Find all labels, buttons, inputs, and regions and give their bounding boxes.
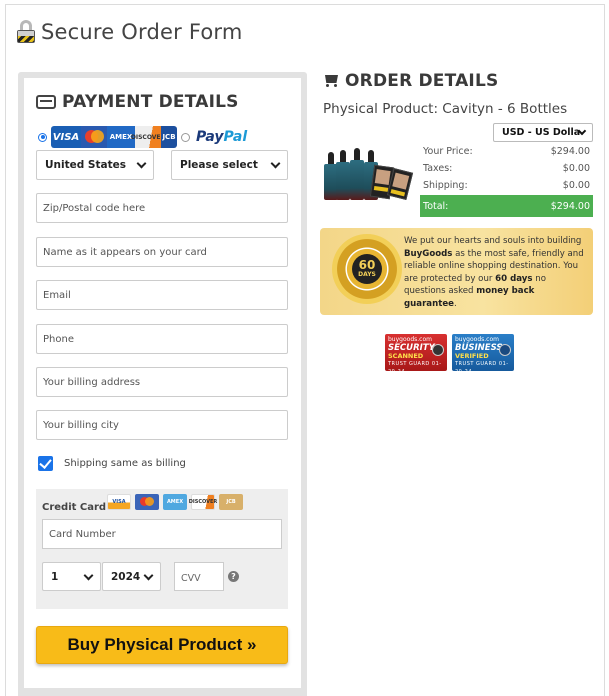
- total-value: $294.00: [550, 200, 590, 212]
- taxes-label: Taxes:: [423, 163, 453, 174]
- shipping-label: Shipping:: [423, 180, 468, 191]
- state-select[interactable]: Please select: [171, 150, 288, 180]
- paypal-logo[interactable]: Pay Pal: [196, 129, 247, 145]
- product-name: Physical Product: Cavityn - 6 Bottles: [323, 101, 568, 117]
- billing-city-input[interactable]: Your billing city: [36, 410, 288, 440]
- state-select-value: Please select: [180, 159, 258, 171]
- expiry-year-value: 2024: [111, 570, 141, 583]
- mastercard-icon: [81, 126, 107, 148]
- visa-icon: VISA: [107, 494, 131, 510]
- total-row: Total: $294.00: [420, 195, 593, 217]
- phone-input[interactable]: Phone: [36, 324, 288, 354]
- shopping-cart-icon: [323, 74, 340, 88]
- seal-days-label: DAYS: [358, 271, 376, 278]
- money-back-guarantee-box: 60 DAYS We put our hearts and souls into…: [320, 228, 593, 315]
- page-header: Secure Order Form: [17, 20, 243, 44]
- shipping-value: $0.00: [562, 180, 590, 191]
- payment-details-heading: PAYMENT DETAILS: [36, 92, 239, 112]
- guarantee-seal-icon: 60 DAYS: [332, 234, 402, 304]
- order-details-title: ORDER DETAILS: [345, 71, 499, 91]
- bottle-image: [350, 148, 364, 200]
- card-brand-icons: VISA AMEX DISCOVER JCB: [107, 494, 247, 510]
- mastercard-icon: [135, 494, 159, 510]
- jcb-icon: JCB: [161, 126, 177, 148]
- cvv-input[interactable]: CVV: [174, 562, 224, 591]
- security-scanned-badge[interactable]: buygoods.com SECURITY SCANNED TRUST GUAR…: [385, 334, 447, 375]
- jcb-icon: JCB: [219, 494, 243, 510]
- total-label: Total:: [423, 200, 449, 212]
- payment-panel: PAYMENT DETAILS VISA AMEX DISCOVER JCB P…: [18, 72, 307, 696]
- seal-days: 60: [358, 258, 376, 272]
- guarantee-text: We put our hearts and souls into buildin…: [404, 236, 584, 309]
- expiry-year-select[interactable]: 2024: [102, 562, 161, 591]
- country-select[interactable]: United States: [36, 150, 154, 180]
- shipping-row: Shipping: $0.00: [420, 177, 593, 194]
- credit-card-section: Credit Card VISA AMEX DISCOVER JCB Card …: [36, 489, 288, 609]
- expiry-month-value: 1: [51, 570, 59, 583]
- bottle-image: [336, 150, 350, 200]
- discover-icon: DISCOVER: [189, 494, 217, 510]
- shipping-same-row: Shipping same as billing: [38, 456, 186, 471]
- buy-button[interactable]: Buy Physical Product »: [36, 626, 288, 664]
- help-icon[interactable]: ?: [228, 571, 239, 582]
- price-summary: Your Price: $294.00 Taxes: $0.00 Shippin…: [420, 143, 593, 217]
- zip-input[interactable]: Zip/Postal code here: [36, 193, 288, 223]
- expiry-month-select[interactable]: 1: [42, 562, 101, 591]
- card-brands-logo[interactable]: VISA AMEX DISCOVER JCB: [51, 126, 177, 148]
- card-number-input[interactable]: Card Number: [42, 519, 282, 549]
- business-verified-badge[interactable]: buygoods.com BUSINESS VERIFIED TRUST GUA…: [452, 334, 514, 375]
- payment-method-selector: VISA AMEX DISCOVER JCB Pay Pal: [38, 126, 247, 148]
- price-value: $294.00: [550, 146, 590, 157]
- order-details-heading: ORDER DETAILS: [323, 71, 498, 91]
- payment-panel-body: PAYMENT DETAILS VISA AMEX DISCOVER JCB P…: [24, 78, 301, 688]
- payment-details-title: PAYMENT DETAILS: [62, 92, 239, 112]
- amex-icon: AMEX: [163, 494, 187, 510]
- product-image: [322, 140, 414, 201]
- card-method-radio[interactable]: [38, 132, 47, 142]
- card-in-hand-icon: [36, 95, 56, 109]
- taxes-value: $0.00: [562, 163, 590, 174]
- credit-card-label: Credit Card: [42, 502, 107, 513]
- chevron-down-icon: [270, 158, 281, 169]
- shipping-same-checkbox[interactable]: [38, 456, 53, 471]
- padlock-icon: [17, 20, 35, 44]
- chevron-down-icon: [83, 570, 94, 581]
- paypal-method-radio[interactable]: [181, 132, 190, 142]
- country-select-value: United States: [45, 159, 126, 171]
- chevron-down-icon: [136, 158, 147, 169]
- currency-select[interactable]: USD - US Dolla: [493, 123, 593, 142]
- discover-icon: DISCOVER: [131, 126, 165, 148]
- cardholder-name-input[interactable]: Name as it appears on your card: [36, 237, 288, 267]
- taxes-row: Taxes: $0.00: [420, 160, 593, 177]
- email-input[interactable]: Email: [36, 280, 288, 310]
- chevron-down-icon: [143, 570, 154, 581]
- price-row: Your Price: $294.00: [420, 143, 593, 160]
- shipping-same-label[interactable]: Shipping same as billing: [64, 458, 186, 469]
- page-title: Secure Order Form: [41, 20, 243, 44]
- visa-icon: VISA: [51, 126, 81, 148]
- trustguard-icon: [432, 344, 444, 356]
- currency-value: USD - US Dolla: [502, 127, 581, 138]
- globe-check-icon: [499, 344, 511, 356]
- trust-badges: buygoods.com SECURITY SCANNED TRUST GUAR…: [385, 334, 519, 375]
- price-label: Your Price:: [423, 146, 473, 157]
- billing-address-input[interactable]: Your billing address: [36, 367, 288, 397]
